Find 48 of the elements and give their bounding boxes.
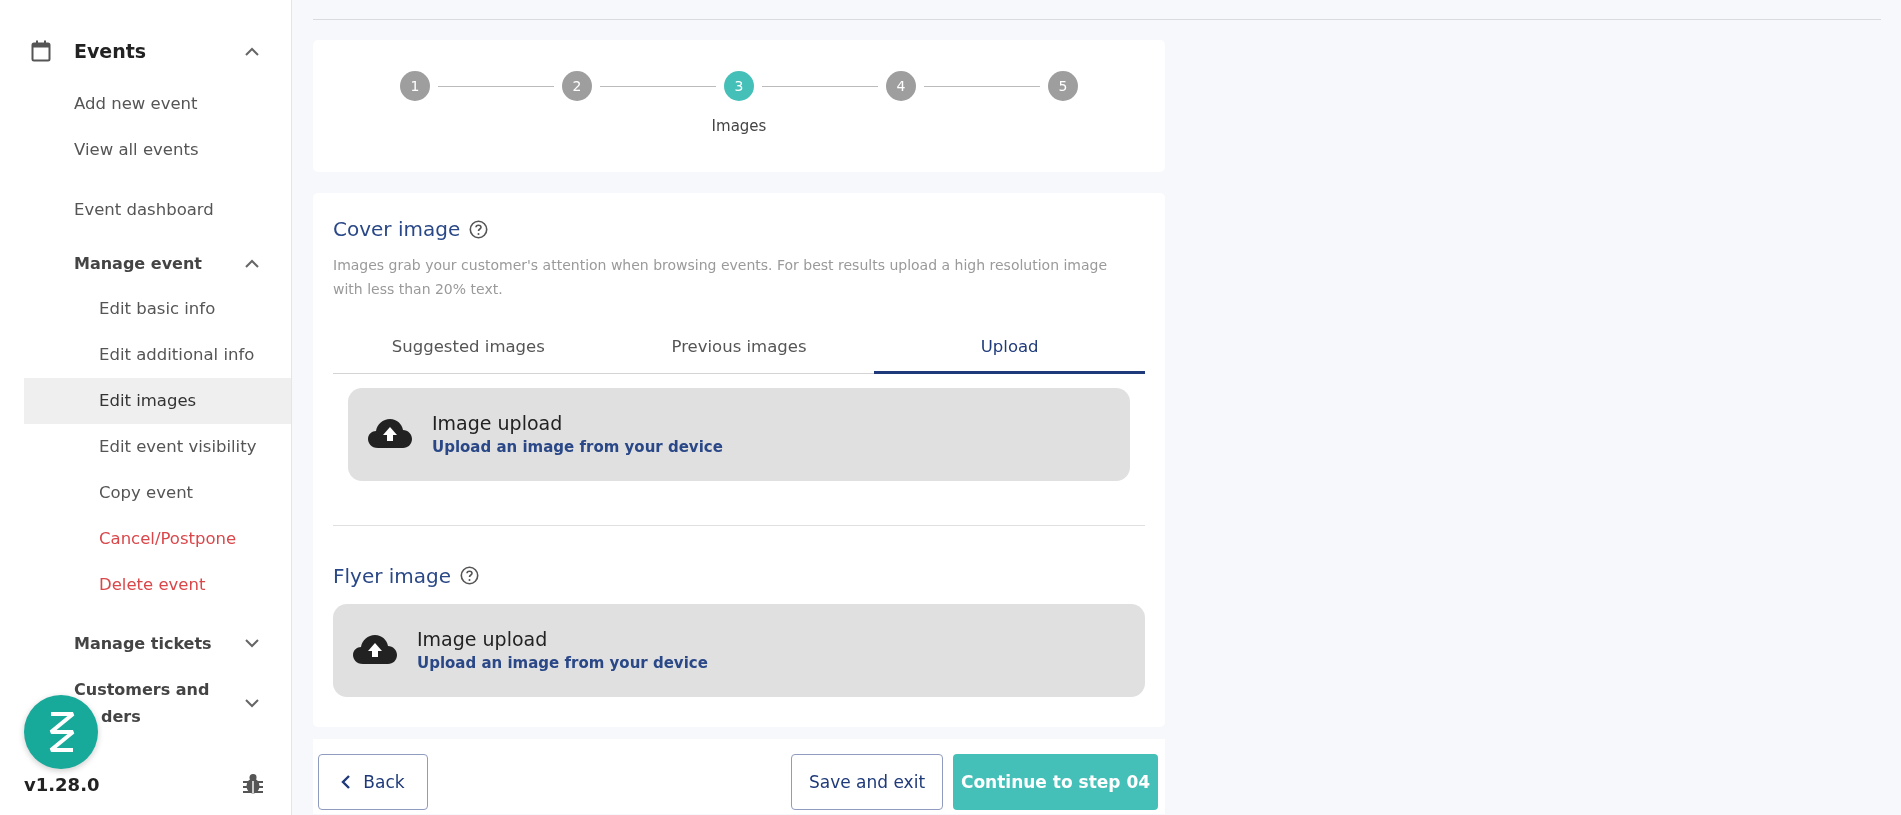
- tab[interactable]: Previous images: [603, 325, 875, 374]
- logo-button[interactable]: [24, 695, 98, 769]
- step-circle: 2: [562, 71, 592, 101]
- help-icon[interactable]: [460, 566, 480, 585]
- menu-link[interactable]: Event dashboard: [24, 194, 291, 240]
- menu-group[interactable]: Manage event: [74, 249, 202, 277]
- menu-group-continued[interactable]: ders: [101, 703, 141, 730]
- upload-subtitle: Upload an image from your device: [417, 654, 708, 672]
- menu-item[interactable]: Edit event visibility: [24, 424, 291, 470]
- tab[interactable]: Upload: [874, 325, 1145, 374]
- section-title[interactable]: Events: [74, 40, 245, 62]
- bug-icon[interactable]: [243, 773, 263, 795]
- chevron-icon[interactable]: [245, 46, 259, 56]
- section-title: Cover image: [333, 217, 461, 241]
- menu-item[interactable]: Edit additional info: [24, 332, 291, 378]
- description-text: Images grab your customer's attention when browsing events. For best results upload a high resolution image with less than 20% text.: [333, 256, 1109, 299]
- cloud-upload-icon: [368, 419, 412, 449]
- step-label: Images: [711, 117, 767, 135]
- menu-link[interactable]: View all events: [24, 134, 291, 180]
- menu-item[interactable]: Edit basic info: [24, 286, 291, 332]
- upload-area[interactable]: Image upload Upload an image from your device: [348, 387, 1130, 481]
- calendar-icon: [31, 40, 51, 62]
- step-circle: 3: [724, 71, 754, 101]
- tab[interactable]: Suggested images: [333, 325, 604, 374]
- menu-item[interactable]: Copy event: [24, 470, 291, 516]
- menu-item[interactable]: Edit images: [24, 378, 291, 424]
- help-icon[interactable]: [469, 219, 489, 239]
- chevron-icon[interactable]: [245, 638, 259, 648]
- step-circle: 1: [400, 71, 430, 101]
- upload-area[interactable]: Image upload Upload an image from your device: [333, 603, 1145, 697]
- back-button[interactable]: Back: [318, 753, 428, 810]
- chevron-icon[interactable]: [245, 258, 259, 268]
- menu-link[interactable]: Add new event: [24, 88, 291, 134]
- menu-item[interactable]: Delete event: [24, 562, 291, 608]
- save-and-exit-button[interactable]: Save and exit: [791, 753, 943, 810]
- chevron-left-icon: [341, 774, 352, 789]
- upload-subtitle: Upload an image from your device: [432, 438, 723, 456]
- step-circle: 5: [1048, 71, 1078, 101]
- version-label: v1.28.0: [24, 773, 100, 795]
- menu-group[interactable]: Customers and: [74, 676, 210, 703]
- menu-item[interactable]: Cancel/Postpone: [24, 516, 291, 562]
- upload-title: Image upload: [432, 412, 564, 434]
- cloud-upload-icon: [353, 635, 397, 665]
- upload-title: Image upload: [417, 628, 549, 650]
- step-circle: 4: [886, 71, 916, 101]
- section-title: Flyer image: [333, 563, 452, 588]
- menu-group[interactable]: Manage tickets: [74, 629, 212, 657]
- chevron-icon[interactable]: [245, 698, 259, 708]
